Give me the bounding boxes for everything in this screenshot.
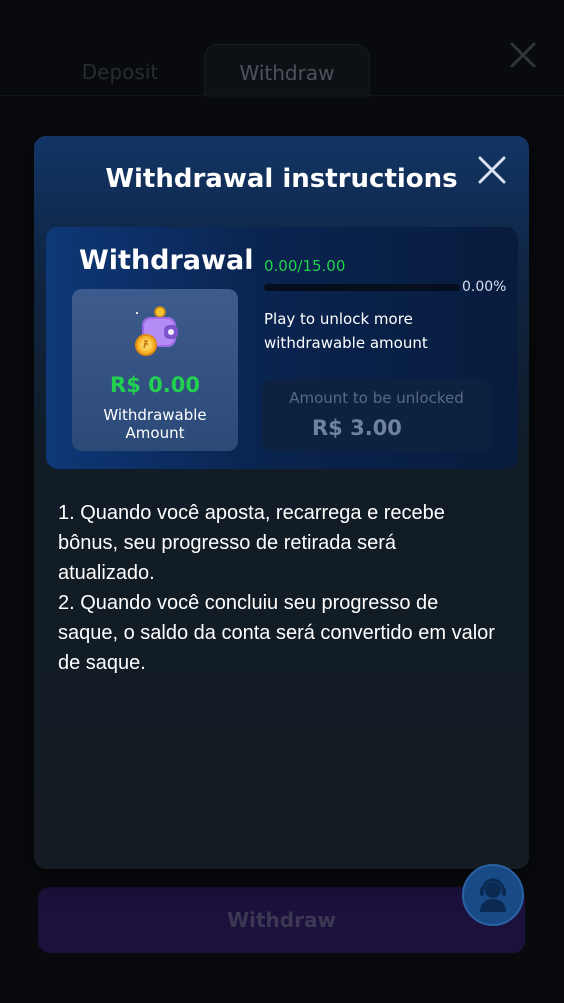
progress-percent: 0.00% [462,279,507,295]
withdrawal-instructions-modal: Withdrawal instructions Withdrawal R$ 0.… [34,136,529,869]
unlock-message: Play to unlock more withdrawable amount [264,310,428,352]
wallet-icon [130,303,186,363]
support-agent-icon [480,878,506,912]
withdrawable-amount-label: Withdrawable Amount [103,406,207,442]
withdrawable-amount-value: R$ 0.00 [110,373,200,397]
locked-amount-box: Amount to be unlocked R$ 3.00 [262,379,491,451]
progress-text: 0.00/15.00 [264,257,346,275]
withdrawal-card: Withdrawal R$ 0.00 Withdrawable Amount 0… [46,227,518,469]
card-title: Withdrawal [79,245,254,276]
locked-amount-label: Amount to be unlocked [289,389,464,407]
locked-amount-value: R$ 3.00 [312,416,402,440]
instruction-item: 1. Quando você aposta, recarrega e receb… [58,502,445,584]
instructions-text: 1. Quando você aposta, recarrega e receb… [58,498,498,678]
progress-bar [264,284,460,291]
close-icon[interactable] [478,156,506,184]
withdrawable-amount-box: R$ 0.00 Withdrawable Amount [72,289,238,451]
modal-title: Withdrawal instructions [105,164,458,194]
instruction-item: 2. Quando você concluiu seu progresso de… [58,592,495,674]
support-button[interactable] [462,864,524,926]
